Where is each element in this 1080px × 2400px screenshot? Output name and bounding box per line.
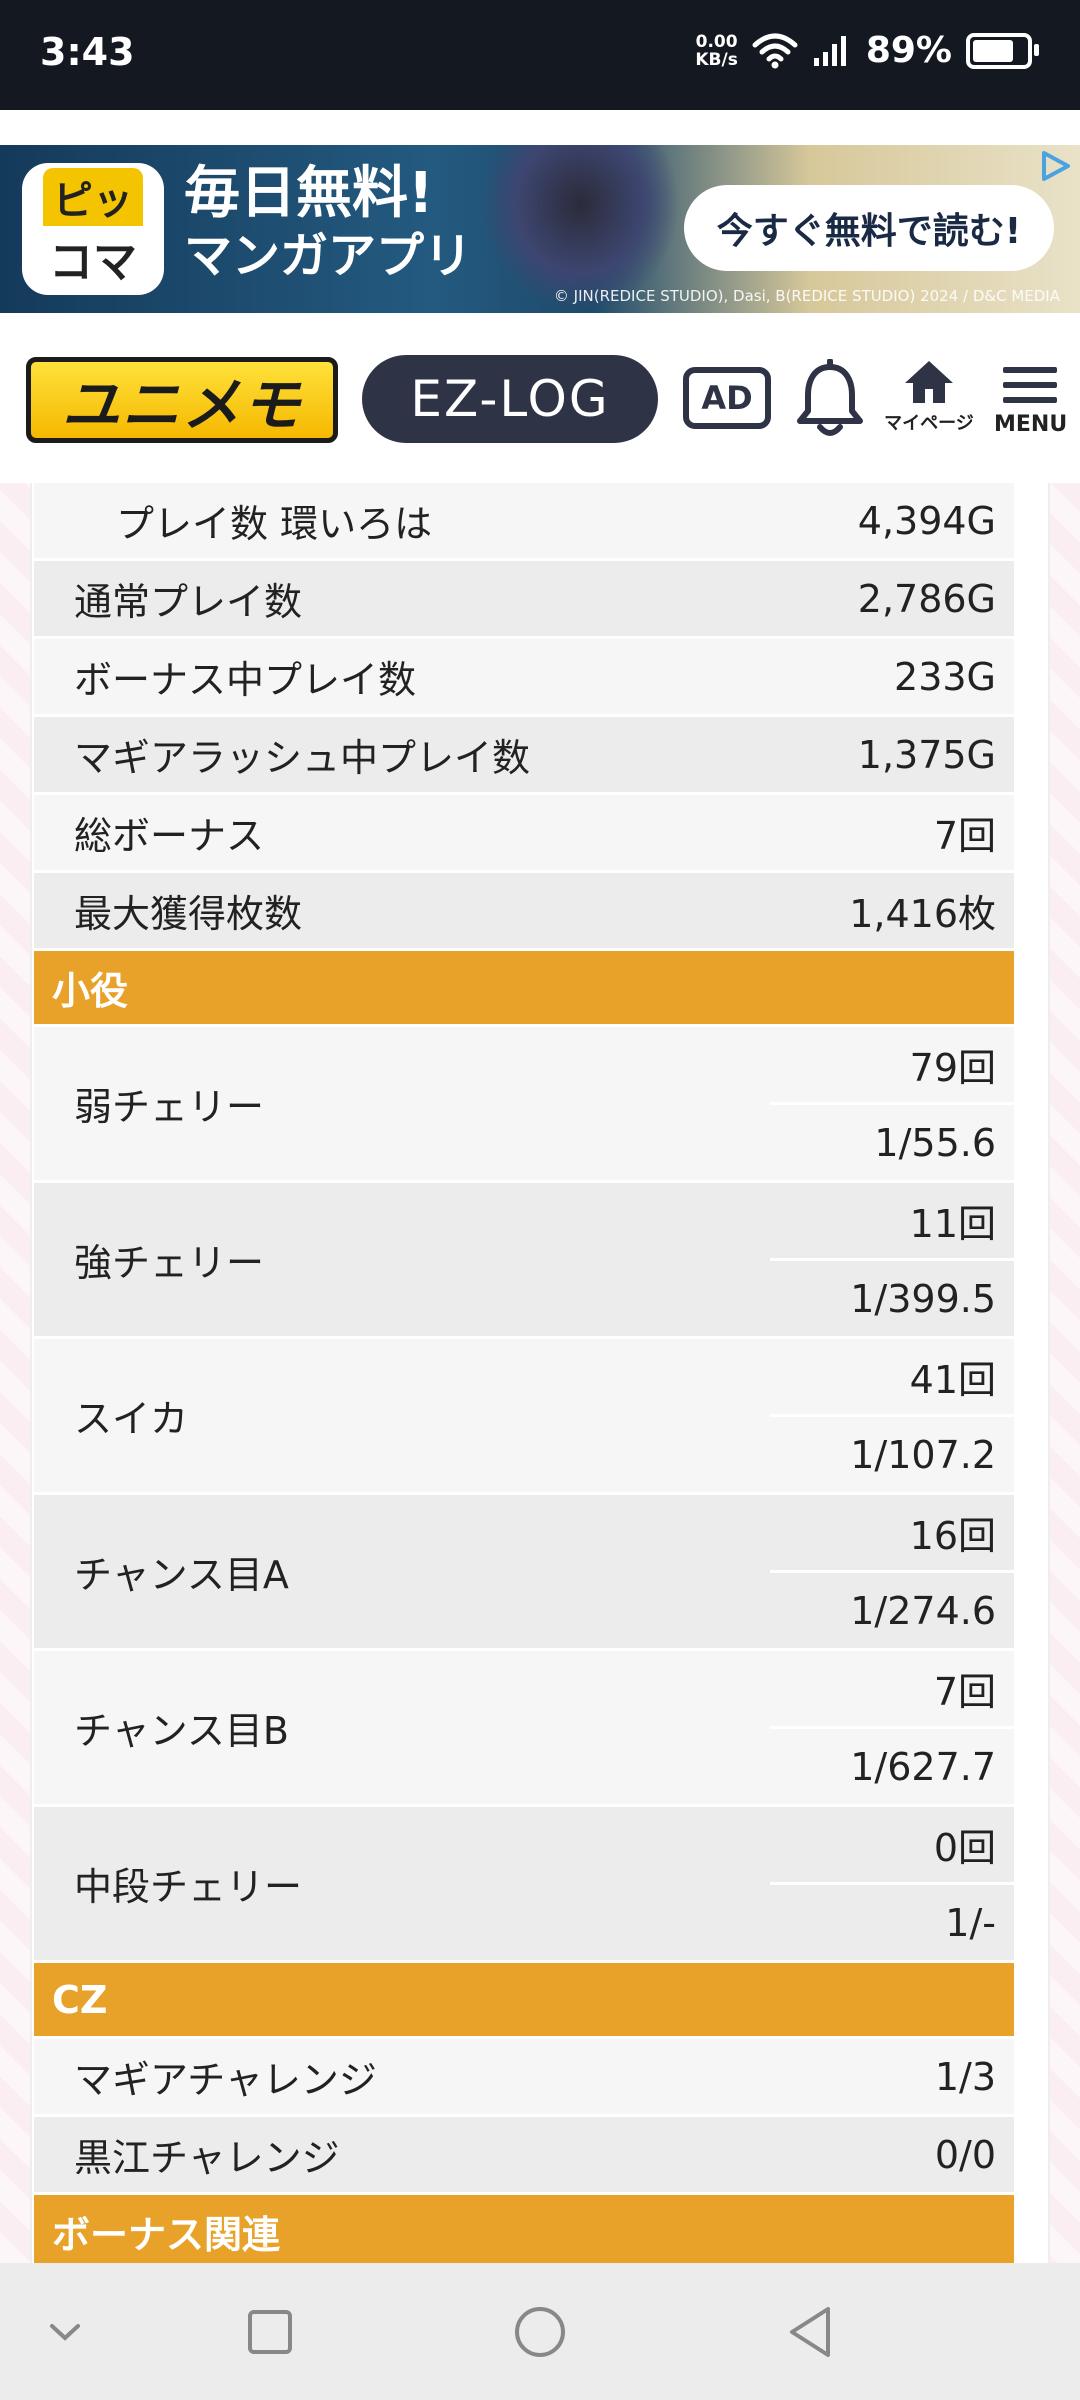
ad-title: 毎日無料! マンガアプリ (184, 161, 473, 285)
row-count: 11回 (769, 1181, 1014, 1261)
row-value: 1,416枚 (769, 871, 1014, 951)
row-label: チャンス目B (34, 1649, 770, 1807)
row-label: マギアチャレンジ (34, 2037, 770, 2117)
table-row: チャンス目B 7回 (34, 1649, 1014, 1807)
section-title: CZ (34, 1961, 1014, 2039)
row-label: マギアラッシュ中プレイ数 (34, 715, 770, 795)
section-header-cz: CZ (34, 1961, 1014, 2039)
row-probability: 1/399.5 (769, 1259, 1014, 1339)
row-label: 中段チェリー (34, 1805, 770, 1963)
ezlog-button[interactable]: EZ-LOG (362, 355, 658, 443)
row-probability: 1/627.7 (769, 1727, 1014, 1807)
table-row: プレイ数 環いろは 4,394G (34, 483, 1014, 561)
table-row: 総ボーナス 7回 (34, 793, 1014, 873)
table-row: スイカ 41回 (34, 1337, 1014, 1495)
row-count: 16回 (769, 1493, 1014, 1573)
chevron-down-icon (50, 2323, 80, 2341)
row-label: スイカ (34, 1337, 770, 1495)
row-label: 最大獲得枚数 (34, 871, 770, 951)
mypage-label: マイページ (884, 413, 974, 434)
status-bar: 3:43 0.00 KB/s 89% (0, 0, 1080, 110)
ad-banner[interactable]: ピッ コマ 毎日無料! マンガアプリ 今すぐ無料で読む! © JIN(REDIC… (0, 145, 1080, 313)
row-count: 0回 (769, 1805, 1014, 1885)
mypage-button[interactable]: マイページ (884, 357, 974, 435)
nav-collapse-button[interactable] (30, 2263, 100, 2400)
row-label: 総ボーナス (34, 793, 770, 873)
back-triangle-icon (790, 2306, 830, 2357)
row-label: 弱チェリー (34, 1025, 770, 1183)
row-count: 79回 (769, 1025, 1014, 1105)
site-logo[interactable]: ユニメモ (26, 357, 338, 443)
table-row: 黒江チャレンジ 0/0 (34, 2115, 1014, 2195)
row-value: 233G (769, 637, 1014, 717)
row-count: 7回 (769, 1649, 1014, 1729)
section-header-bonus: ボーナス関連 (34, 2193, 1014, 2263)
table-row: 中段チェリー 0回 (34, 1805, 1014, 1963)
row-probability: 1/107.2 (769, 1415, 1014, 1495)
row-label: 強チェリー (34, 1181, 770, 1339)
row-value: 4,394G (769, 483, 1014, 561)
row-label: 黒江チャレンジ (34, 2115, 770, 2195)
section-title: 小役 (34, 949, 1014, 1027)
nav-back-button[interactable] (770, 2263, 850, 2400)
table-row: 最大獲得枚数 1,416枚 (34, 871, 1014, 951)
row-value: 1,375G (769, 715, 1014, 795)
signal-icon (813, 35, 846, 66)
menu-label: MENU (994, 412, 1068, 437)
section-title: ボーナス関連 (34, 2193, 1014, 2263)
row-probability: 1/55.6 (769, 1103, 1014, 1183)
piccoma-logo: ピッ コマ (22, 163, 164, 295)
battery-percent: 89% (865, 30, 952, 71)
table-row: チャンス目A 16回 (34, 1493, 1014, 1651)
row-count: 41回 (769, 1337, 1014, 1417)
row-label: チャンス目A (34, 1493, 770, 1651)
row-probability: 1/274.6 (769, 1571, 1014, 1651)
clock: 3:43 (40, 30, 135, 74)
home-icon (905, 361, 953, 403)
row-label: ボーナス中プレイ数 (34, 637, 770, 717)
ad-cta-button[interactable]: 今すぐ無料で読む! (684, 185, 1054, 271)
table-row: 強チェリー 11回 (34, 1181, 1014, 1339)
status-icons: 0.00 KB/s 89% (695, 30, 1039, 71)
table-row: マギアラッシュ中プレイ数 1,375G (34, 715, 1014, 795)
ad-button[interactable]: AD (683, 367, 771, 429)
bell-icon[interactable] (792, 359, 868, 441)
row-value: 2,786G (769, 559, 1014, 639)
table-row: 通常プレイ数 2,786G (34, 559, 1014, 639)
row-probability: 1/- (769, 1883, 1014, 1963)
ad-choices-icon[interactable] (1038, 149, 1072, 183)
table-row: マギアチャレンジ 1/3 (34, 2037, 1014, 2117)
row-label: 通常プレイ数 (34, 559, 770, 639)
row-value: 1/3 (769, 2037, 1014, 2117)
nav-recents-button[interactable] (230, 2263, 310, 2400)
hamburger-icon (994, 367, 1066, 403)
section-header-koyaku: 小役 (34, 949, 1014, 1027)
nav-home-button[interactable] (500, 2263, 580, 2400)
ad-copyright: © JIN(REDICE STUDIO), Dasi, B(REDICE STU… (553, 287, 1060, 305)
stats-table: プレイ数 環いろは 4,394G 通常プレイ数 2,786G ボーナス中プレイ数… (34, 483, 1014, 2263)
table-row: ボーナス中プレイ数 233G (34, 637, 1014, 717)
row-value: 7回 (769, 793, 1014, 873)
square-icon (248, 2309, 292, 2354)
site-header: ユニメモ EZ-LOG AD マイページ MENU (0, 313, 1080, 483)
table-row: 弱チェリー 79回 (34, 1025, 1014, 1183)
net-speed: 0.00 KB/s (695, 31, 738, 70)
circle-icon (515, 2306, 565, 2357)
system-nav-bar (0, 2263, 1080, 2400)
content-area[interactable]: プレイ数 環いろは 4,394G 通常プレイ数 2,786G ボーナス中プレイ数… (0, 483, 1080, 2263)
wifi-icon (752, 33, 798, 68)
battery-icon (966, 32, 1039, 69)
row-label: プレイ数 環いろは (34, 483, 770, 561)
row-value: 0/0 (769, 2115, 1014, 2195)
menu-button[interactable]: MENU (994, 367, 1068, 437)
